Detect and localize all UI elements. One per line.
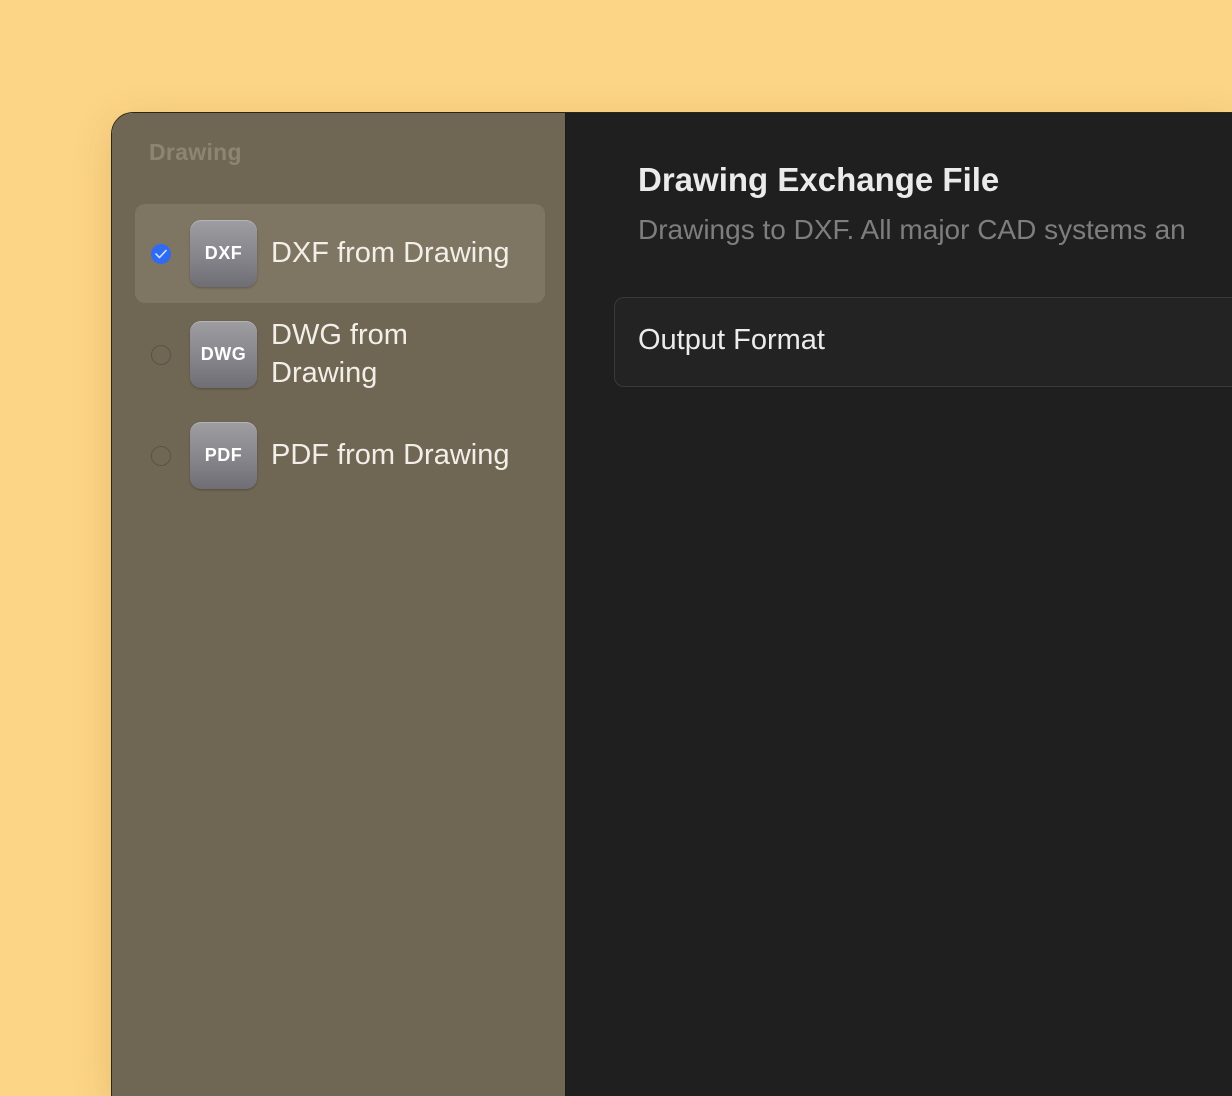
pdf-file-icon: PDF [190, 422, 257, 489]
app-window: Drawing DXF DXF from Drawing DWG DWG fro… [111, 112, 1232, 1096]
radio-selected[interactable] [151, 244, 171, 264]
sidebar-item-label: DXF from Drawing [271, 237, 510, 269]
sidebar-item-dwg[interactable]: DWG DWG from Drawing [135, 305, 545, 404]
dxf-file-icon: DXF [190, 220, 257, 287]
checkmark-icon [155, 249, 167, 259]
sidebar-item-pdf[interactable]: PDF PDF from Drawing [135, 406, 545, 505]
radio-unselected[interactable] [151, 345, 171, 365]
sidebar-item-label: PDF from Drawing [271, 439, 510, 471]
sidebar: Drawing DXF DXF from Drawing DWG DWG fro… [112, 113, 566, 1096]
page-subtitle: Drawings to DXF. All major CAD systems a… [638, 214, 1186, 245]
sidebar-item-dxf[interactable]: DXF DXF from Drawing [135, 204, 545, 303]
output-format-panel[interactable]: Output Format [614, 297, 1232, 387]
sidebar-heading: Drawing [149, 139, 242, 165]
dwg-file-icon: DWG [190, 321, 257, 388]
main-content: Drawing Exchange File Drawings to DXF. A… [566, 113, 1232, 1096]
radio-unselected[interactable] [151, 446, 171, 466]
sidebar-item-label: DWG from Drawing [271, 319, 408, 389]
output-format-label: Output Format [638, 324, 825, 356]
page-title: Drawing Exchange File [638, 161, 1000, 198]
